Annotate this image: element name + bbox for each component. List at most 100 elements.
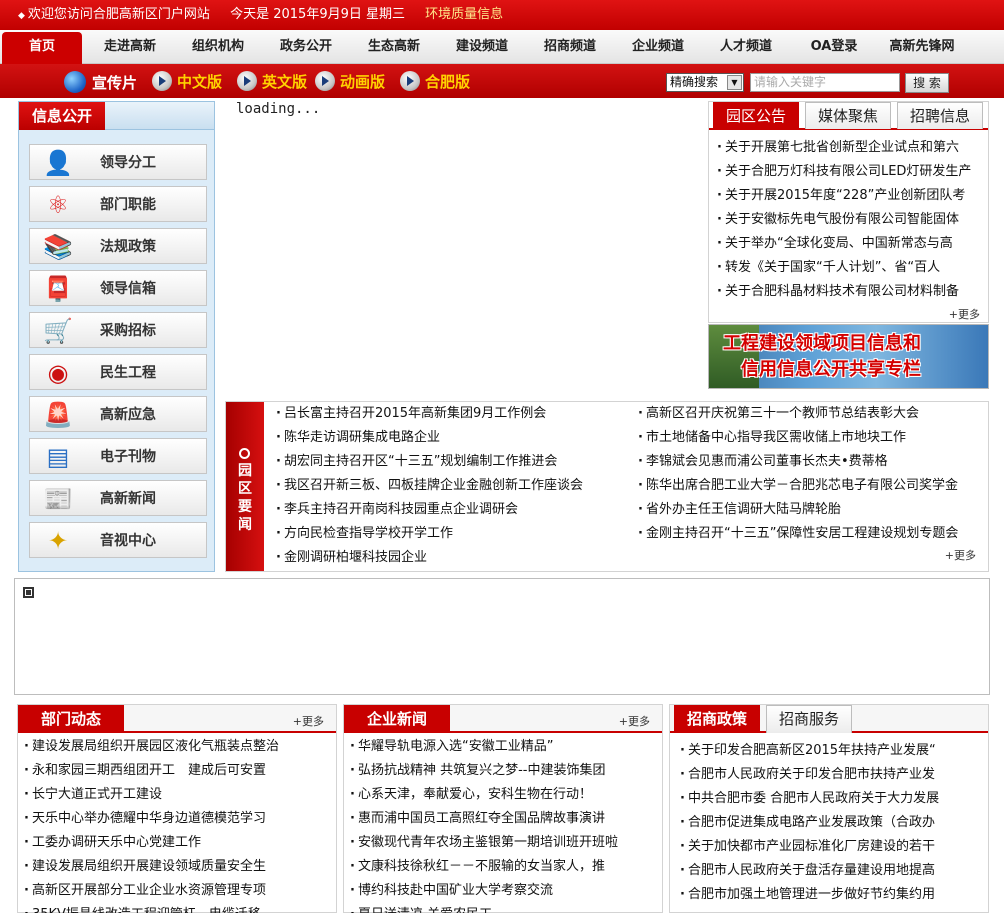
list-item[interactable]: 合肥市促进集成电路产业发展政策（合政办 [680,811,984,835]
investment-policy-list: 关于印发合肥高新区2015年扶持产业发展“ 合肥市人民政府关于印发合肥市扶持产业… [680,739,984,907]
list-item[interactable]: 关于开展2015年度“228”产业创新团队考 [717,184,983,208]
list-item[interactable]: 35KV振昌线改造工程迎管杠 电缆迁移 [24,903,332,913]
list-item[interactable]: 关于举办“全球化变局、中国新常态与高 [717,232,983,256]
list-item[interactable]: 高新区开展部分工业企业水资源管理专项 [24,879,332,903]
list-item[interactable]: 陈华走访调研集成电路企业 [276,426,583,450]
list-item[interactable]: 我区召开新三板、四板挂牌企业金融创新工作座谈会 [276,474,583,498]
person-icon: 👤 [43,149,73,177]
emergency-button[interactable]: 🚨 高新应急 [29,396,207,432]
nav-pioneer[interactable]: 高新先锋网 [880,30,964,64]
nav-talent[interactable]: 人才频道 [708,30,784,64]
list-item[interactable]: 建设发展局组织开展园区液化气瓶装点整治 [24,735,332,759]
list-item[interactable]: 李兵主持召开南岗科技园重点企业调研会 [276,498,583,522]
tab-investment-policy[interactable]: 招商政策 [674,705,760,733]
procurement-button[interactable]: 🛒 采购招标 [29,312,207,348]
list-item[interactable]: 胡宏同主持召开区“十三五”规划编制工作推进会 [276,450,583,474]
panel-title: 信息公开 [19,102,105,130]
list-item[interactable]: 合肥市人民政府关于盘活存量建设用地提高 [680,859,984,883]
list-item[interactable]: 关于安徽标先电气股份有限公司智能固体 [717,208,983,232]
list-item[interactable]: 博约科技赴中国矿业大学考察交流 [350,879,658,903]
promo-video-link[interactable]: 宣传片 [64,71,137,93]
play-icon [152,71,172,91]
search-button[interactable]: 搜 索 [905,73,949,93]
nav-construction[interactable]: 建设频道 [444,30,520,64]
department-function-button[interactable]: ⚛ 部门职能 [29,186,207,222]
media-placeholder [14,578,990,695]
livelihood-project-button[interactable]: ◉ 民生工程 [29,354,207,390]
tab-investment-service[interactable]: 招商服务 [766,705,852,733]
nav-ecology[interactable]: 生态高新 [356,30,432,64]
cart-icon: 🛒 [43,317,73,345]
hitech-news-button[interactable]: 📰 高新新闻 [29,480,207,516]
list-item[interactable]: 心系天津，奉献爱心，安科生物在行动！ [350,783,658,807]
list-item[interactable]: 市土地储备中心指导我区需收储上市地块工作 [638,426,958,450]
list-item[interactable]: 夏日送清凉 关爱农民工 [350,903,658,913]
list-item[interactable]: 惠而浦中国员工高照红夺全国品牌故事演讲 [350,807,658,831]
enterprise-news-more-link[interactable]: +更多 [619,713,650,729]
nav-investment[interactable]: 招商频道 [532,30,608,64]
list-item[interactable]: 关于合肥万灯科技有限公司LED灯研发生产 [717,160,983,184]
nav-enterprise[interactable]: 企业频道 [620,30,696,64]
list-item[interactable]: 金刚主持召开“十三五”保障性安居工程建设规划专题会 [638,522,958,546]
department-news-title: 部门动态 [18,705,124,733]
notice-tabs: 园区公告 媒体聚焦 招聘信息 [709,102,988,130]
alarm-icon: 🚨 [43,401,73,429]
tab-media-focus[interactable]: 媒体聚焦 [805,102,891,129]
list-item[interactable]: 中共合肥市委 合肥市人民政府关于大力发展 [680,787,984,811]
department-news-more-link[interactable]: +更多 [293,713,324,729]
hefei-version-link[interactable]: 合肥版 [400,71,470,93]
list-item[interactable]: 关于加快都市产业园标准化厂房建设的若干 [680,835,984,859]
list-item[interactable]: 吕长富主持召开2015年高新集团9月工作例会 [276,402,583,426]
list-item[interactable]: 合肥市人民政府关于印发合肥市扶持产业发 [680,763,984,787]
list-item[interactable]: 关于合肥科晶材料技术有限公司材料制备 [717,280,983,304]
list-item[interactable]: 转发《关于国家“千人计划”、省“百人 [717,256,983,280]
list-item[interactable]: 关于开展第七批省创新型企业试点和第六 [717,136,983,160]
animation-version-link[interactable]: 动画版 [315,71,385,93]
leader-mailbox-button[interactable]: 📮 领导信箱 [29,270,207,306]
list-item[interactable]: 关于印发合肥高新区2015年扶持产业发展“ [680,739,984,763]
chinese-version-link[interactable]: 中文版 [152,71,222,93]
list-item[interactable]: 陈华出席合肥工业大学－合肥兆芯电子有限公司奖学金 [638,474,958,498]
notice-more-link[interactable]: +更多 [949,306,980,322]
list-item[interactable]: 安徽现代青年农场主鉴银第一期培训班开班啦 [350,831,658,855]
media-center-button[interactable]: ✦ 音视中心 [29,522,207,558]
diamond-icon: ◆ [18,11,25,21]
list-item[interactable]: 天乐中心举办德耀中华身边道德模范学习 [24,807,332,831]
search-mode-select[interactable]: 精确搜索 ▼ [666,73,744,92]
list-item[interactable]: 合肥市加强土地管理进一步做好节约集约用 [680,883,984,907]
nav-about[interactable]: 走进高新 [92,30,168,64]
loading-text: loading... [236,101,321,117]
list-item[interactable]: 长宁大道正式开工建设 [24,783,332,807]
nav-oa-login[interactable]: OA登录 [796,30,872,64]
park-news-more-link[interactable]: +更多 [945,547,976,563]
list-item[interactable]: 省外办主任王信调研大陆马牌轮胎 [638,498,958,522]
regulations-button[interactable]: 📚 法规政策 [29,228,207,264]
list-item[interactable]: 永和家园三期西组团开工 建成后可安置 [24,759,332,783]
list-item[interactable]: 工委办调研天乐中心党建工作 [24,831,332,855]
nav-home[interactable]: 首页 [2,32,82,64]
list-item[interactable]: 华耀导轨电源入选“安徽工业精品” [350,735,658,759]
leader-division-button[interactable]: 👤 领导分工 [29,144,207,180]
list-item[interactable]: 李锦斌会见惠而浦公司董事长杰夫•费蒂格 [638,450,958,474]
molecule-icon: ⚛ [47,191,69,219]
e-publication-button[interactable]: ▤ 电子刊物 [29,438,207,474]
list-item[interactable]: 文康科技徐秋红－－不服输的女当家人，推 [350,855,658,879]
env-quality-link[interactable]: 环境质量信息 [425,7,503,22]
circle-icon [239,448,250,459]
media-icon: ✦ [47,527,69,555]
nav-organization[interactable]: 组织机构 [180,30,256,64]
list-item[interactable]: 弘扬抗战精神 共筑复兴之梦--中建装饰集团 [350,759,658,783]
panel-header: 部门动态 +更多 [18,705,336,733]
emblem-icon: ◉ [47,359,69,387]
tab-park-notice[interactable]: 园区公告 [713,102,799,129]
list-item[interactable]: 建设发展局组织开展建设领域质量安全生 [24,855,332,879]
nav-government-affairs[interactable]: 政务公开 [268,30,344,64]
search-input[interactable]: 请输入关键字 [750,73,900,92]
list-item[interactable]: 高新区召开庆祝第三十一个教师节总结表彰大会 [638,402,958,426]
tab-recruitment[interactable]: 招聘信息 [897,102,983,129]
date-prefix: 今天是 [230,7,270,22]
project-info-banner[interactable]: 工程建设领域项目信息和 信用信息公开共享专栏 [708,324,989,389]
english-version-link[interactable]: 英文版 [237,71,307,93]
list-item[interactable]: 金刚调研柏堰科技园企业 [276,546,583,570]
list-item[interactable]: 方向民检查指导学校开学工作 [276,522,583,546]
